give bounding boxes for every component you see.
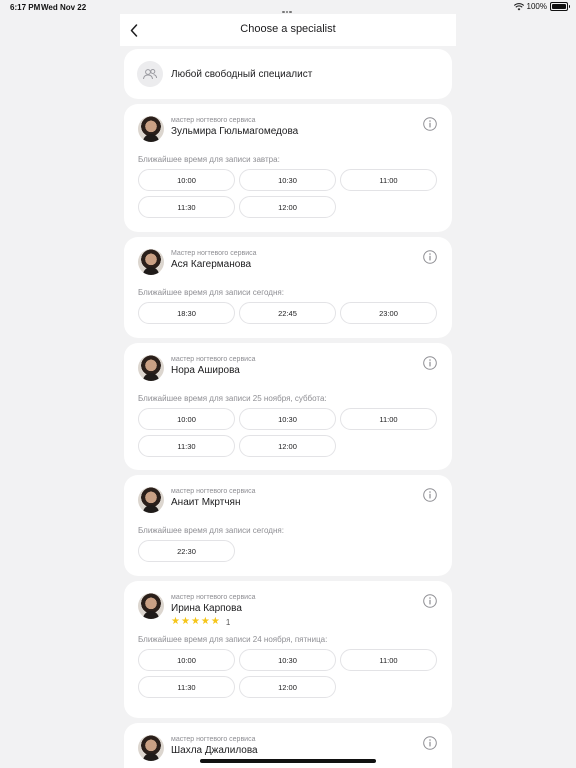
specialist-role: мастер ногтевого сервиса [171, 488, 256, 495]
specialist-card[interactable]: Мастер ногтевого сервиса Ася Кагерманова… [124, 237, 452, 338]
time-slot[interactable]: 10:30 [239, 408, 336, 430]
specialist-name: Ася Кагерманова [171, 259, 252, 270]
battery-percent: 100% [526, 2, 547, 11]
battery-icon [550, 2, 570, 11]
specialist-card[interactable]: мастер ногтевого сервиса Зульмира Гюльма… [124, 104, 452, 232]
time-slots: 10:00 10:30 11:00 11:30 12:00 [138, 649, 438, 698]
specialist-card[interactable]: мастер ногтевого сервиса Анаит Мкртчян Б… [124, 475, 452, 576]
specialist-role: Мастер ногтевого сервиса [171, 250, 257, 257]
time-slot[interactable]: 11:30 [138, 676, 235, 698]
avatar [138, 487, 164, 513]
rating: ★ ★ ★ ★ ★ 1 [171, 617, 438, 627]
status-time: 6:17 PM [10, 3, 41, 12]
specialist-name: Зульмира Гюльмагомедова [171, 126, 299, 137]
status-date: Wed Nov 22 [41, 3, 87, 12]
wifi-icon [513, 2, 524, 10]
time-slot[interactable]: 11:00 [340, 169, 437, 191]
avatar [138, 735, 164, 761]
home-indicator[interactable] [200, 759, 376, 763]
users-icon [137, 61, 163, 87]
time-slot[interactable]: 12:00 [239, 435, 336, 457]
star-icon: ★ [190, 616, 200, 627]
time-slot[interactable]: 10:00 [138, 649, 235, 671]
specialist-card[interactable]: мастер ногтевого сервиса Нора Аширова Бл… [124, 343, 452, 470]
time-slot[interactable]: 22:45 [239, 302, 336, 324]
info-icon[interactable] [423, 250, 437, 264]
time-slots: 18:30 22:45 23:00 [138, 302, 438, 324]
specialist-list: Любой свободный специалист мастер ногтев… [124, 49, 452, 768]
time-slot[interactable]: 11:30 [138, 435, 235, 457]
info-icon[interactable] [423, 594, 437, 608]
time-slot[interactable]: 23:00 [340, 302, 437, 324]
next-available-label: Ближайшее время для записи 24 ноября, пя… [138, 635, 328, 644]
screen: 6:17 PM Wed Nov 22 100% Choose a special… [0, 0, 576, 768]
specialist-role: мастер ногтевого сервиса [171, 736, 256, 743]
avatar [138, 593, 164, 619]
next-available-label: Ближайшее время для записи сегодня: [138, 288, 284, 297]
status-bar: 6:17 PM Wed Nov 22 100% [0, 0, 576, 14]
specialist-card[interactable]: мастер ногтевого сервиса Ирина Карпова ★… [124, 581, 452, 718]
time-slots: 10:00 10:30 11:00 11:30 12:00 [138, 169, 438, 218]
info-icon[interactable] [423, 488, 437, 502]
star-icon: ★ [180, 616, 190, 627]
avatar [138, 116, 164, 142]
time-slot[interactable]: 10:00 [138, 408, 235, 430]
nav-header: Choose a specialist [120, 14, 456, 46]
specialist-name: Анаит Мкртчян [171, 497, 241, 508]
specialist-role: мастер ногтевого сервиса [171, 117, 256, 124]
time-slot[interactable]: 12:00 [239, 676, 336, 698]
specialist-name: Нора Аширова [171, 365, 240, 376]
star-icon: ★ [200, 616, 210, 627]
specialist-name: Ирина Карпова [171, 603, 242, 614]
time-slot[interactable]: 12:00 [239, 196, 336, 218]
time-slot[interactable]: 10:30 [239, 169, 336, 191]
star-icon: ★ [171, 616, 180, 627]
time-slot[interactable]: 10:00 [138, 169, 235, 191]
time-slot[interactable]: 18:30 [138, 302, 235, 324]
time-slots: 10:00 10:30 11:00 11:30 12:00 [138, 408, 438, 457]
time-slot[interactable]: 11:30 [138, 196, 235, 218]
next-available-label: Ближайшее время для записи сегодня: [138, 526, 284, 535]
info-icon[interactable] [423, 117, 437, 131]
status-right: 100% [513, 2, 570, 11]
info-icon[interactable] [423, 356, 437, 370]
time-slot[interactable]: 11:00 [340, 408, 437, 430]
time-slots: 22:30 [138, 540, 438, 562]
specialist-name: Шахла Джалилова [171, 745, 258, 756]
next-available-label: Ближайшее время для записи 25 ноября, су… [138, 394, 327, 403]
avatar [138, 249, 164, 275]
any-specialist-label: Любой свободный специалист [171, 68, 313, 80]
page-title: Choose a specialist [240, 23, 336, 35]
time-slot[interactable]: 22:30 [138, 540, 235, 562]
info-icon[interactable] [423, 736, 437, 750]
next-available-label: Ближайшее время для записи завтра: [138, 155, 280, 164]
rating-count: 1 [225, 617, 231, 627]
time-slot[interactable]: 11:00 [340, 649, 437, 671]
star-icon: ★ [210, 616, 220, 627]
any-specialist-option[interactable]: Любой свободный специалист [124, 49, 452, 99]
avatar [138, 355, 164, 381]
multitasking-dots-icon[interactable] [282, 6, 294, 13]
specialist-role: мастер ногтевого сервиса [171, 356, 256, 363]
time-slot[interactable]: 10:30 [239, 649, 336, 671]
specialist-role: мастер ногтевого сервиса [171, 594, 256, 601]
